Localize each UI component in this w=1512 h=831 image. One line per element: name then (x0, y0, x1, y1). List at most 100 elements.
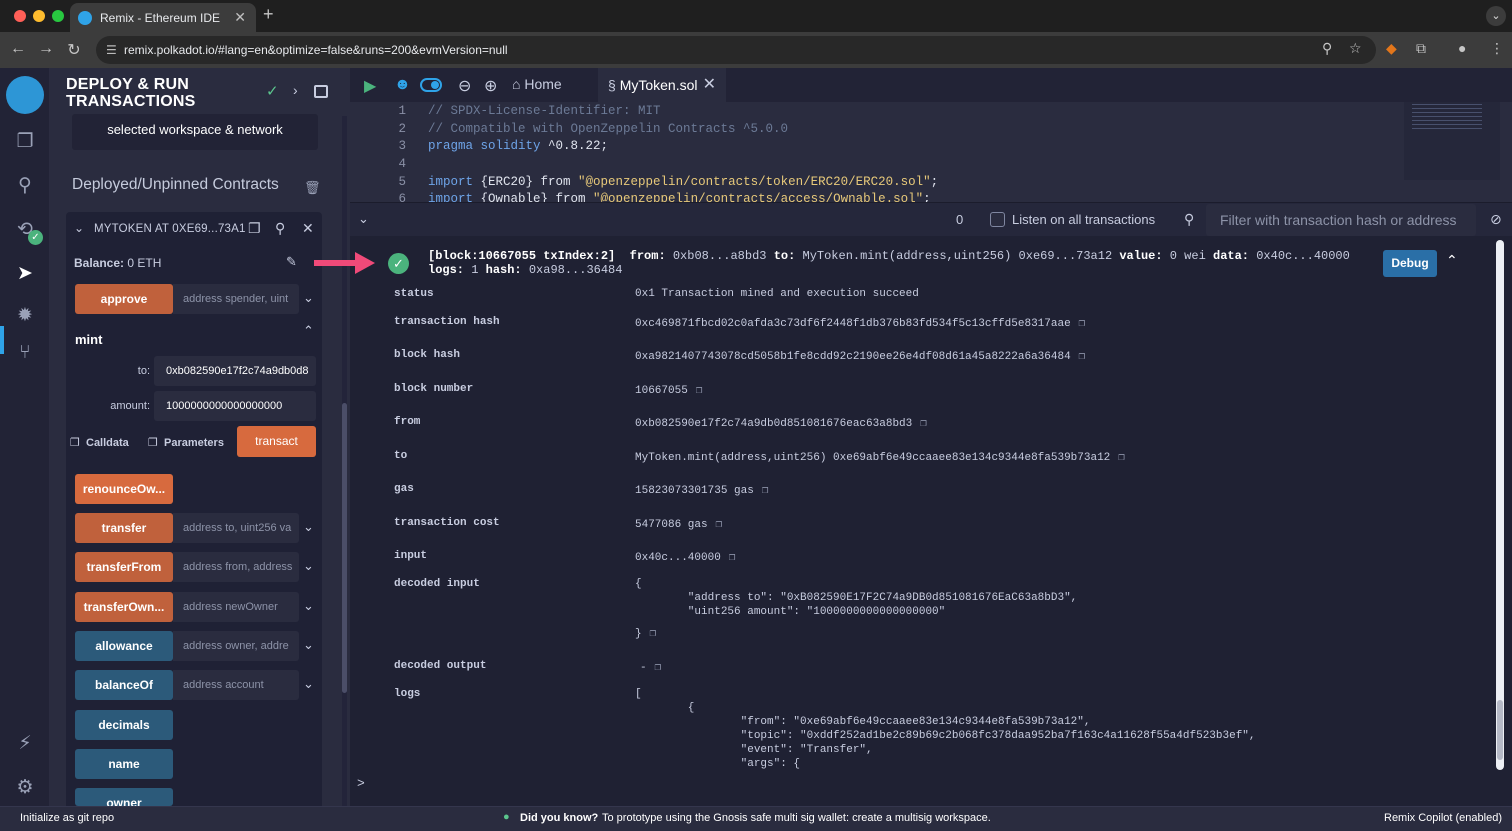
allowance-input[interactable]: address owner, addre (173, 631, 299, 661)
renounce-ownership-button[interactable]: renounceOw... (75, 474, 173, 504)
ai-toggle[interactable] (420, 78, 442, 92)
parameters-copy[interactable]: ❐ Parameters (148, 436, 224, 449)
owner-button[interactable]: owner (75, 788, 173, 806)
transfer-from-input[interactable]: address from, address (173, 552, 299, 582)
terminal-prompt[interactable]: > (357, 776, 365, 791)
copy-icon[interactable]: ❐ (1079, 318, 1086, 330)
chevron-up-icon[interactable]: ⌃ (303, 323, 314, 339)
zoom-out-icon[interactable]: ⊖ (458, 76, 471, 96)
copy-icon[interactable]: ❐ (655, 662, 662, 674)
close-icon[interactable]: ✕ (302, 220, 314, 237)
terminal-scrollbar[interactable] (1496, 240, 1504, 770)
copy-icon[interactable]: ❐ (716, 519, 723, 531)
debug-button[interactable]: Debug (1383, 250, 1437, 277)
browser-menu-icon[interactable]: ⋮ (1490, 40, 1504, 57)
tab-home[interactable]: ⌂ Home (512, 76, 562, 92)
close-tab-icon[interactable]: ✕ (703, 68, 716, 102)
chevron-down-icon[interactable]: ⌄ (303, 290, 314, 306)
chevron-down-icon[interactable]: ⌄ (303, 519, 314, 535)
zoom-icon[interactable]: ⚲ (1322, 40, 1332, 57)
tip-text[interactable]: To prototype using the Gnosis safe multi… (602, 812, 991, 824)
settings-gear-icon[interactable]: ⚙ (0, 776, 50, 799)
balanceof-button[interactable]: balanceOf (75, 670, 173, 700)
chevron-down-icon[interactable]: ⌄ (303, 637, 314, 653)
chevron-down-icon[interactable]: ⌄ (303, 676, 314, 692)
forward-icon[interactable]: → (36, 40, 56, 58)
side-panel-scroll-thumb[interactable] (342, 403, 347, 693)
zoom-in-icon[interactable]: ⊕ (484, 76, 497, 96)
calldata-copy[interactable]: ❐ Calldata (70, 436, 129, 449)
copy-icon[interactable]: ❐ (729, 552, 736, 564)
plugin-manager-icon[interactable]: ⚡ (0, 732, 50, 755)
chevron-down-icon[interactable]: ⌄ (74, 221, 84, 235)
new-tab-icon[interactable]: + (263, 4, 274, 25)
collapse-terminal-icon[interactable]: ⌄ (358, 211, 369, 227)
minimize-window-button[interactable] (33, 10, 45, 22)
file-explorer-icon[interactable]: ❐ (0, 130, 50, 153)
copy-icon[interactable]: ❐ (1079, 351, 1086, 363)
search-icon[interactable]: ⚲ (0, 174, 50, 197)
close-tab-icon[interactable]: ✕ (234, 9, 246, 26)
name-button[interactable]: name (75, 749, 173, 779)
approve-input[interactable]: address spender, uint (173, 284, 299, 314)
tab-search-icon[interactable]: ⌄ (1486, 6, 1506, 26)
init-git-link[interactable]: Initialize as git repo (20, 812, 114, 824)
maximize-window-button[interactable] (52, 10, 64, 22)
remix-logo-icon[interactable] (6, 76, 44, 114)
close-window-button[interactable] (14, 10, 26, 22)
log-line: { (635, 702, 695, 714)
trash-icon[interactable]: 🗑 (304, 180, 321, 196)
detail-key: logs (394, 688, 421, 700)
deploy-run-icon[interactable]: ➤ (0, 262, 50, 285)
balanceof-input[interactable]: address account (173, 670, 299, 700)
browser-tab[interactable]: Remix - Ethereum IDE ✕ (70, 3, 256, 32)
chevron-down-icon[interactable]: ⌄ (303, 598, 314, 614)
code-line: import {Ownable} from "@openzeppelin/con… (428, 192, 931, 202)
git-icon[interactable]: ⑂ (0, 342, 50, 364)
chevron-down-icon[interactable]: ⌄ (303, 558, 314, 574)
mint-amount-input[interactable]: 1000000000000000000 (154, 391, 316, 421)
copy-icon[interactable]: ❐ (1118, 452, 1125, 464)
decimals-button[interactable]: decimals (75, 710, 173, 740)
site-settings-icon[interactable]: ☰ (106, 36, 117, 64)
dock-panel-icon[interactable] (314, 85, 328, 98)
transact-button[interactable]: transact (237, 426, 316, 457)
chevron-up-icon[interactable]: ⌃ (1446, 252, 1458, 269)
back-icon[interactable]: ← (8, 40, 28, 58)
copy-icon[interactable]: ❐ (248, 220, 261, 237)
terminal-scroll-thumb[interactable] (1497, 700, 1503, 760)
code-editor[interactable]: 1 // SPDX-License-Identifier: MIT 2 // C… (350, 102, 1512, 202)
tx-summary[interactable]: [block:10667055 txIndex:2] from: 0xb08..… (428, 249, 1368, 277)
extensions-icon[interactable]: ⧉ (1416, 40, 1426, 57)
clear-terminal-icon[interactable]: ⊘ (1490, 211, 1502, 228)
address-bar[interactable]: ☰ remix.polkadot.io/#lang=en&optimize=fa… (96, 36, 1376, 64)
ai-robot-icon[interactable]: ☻ (394, 76, 411, 94)
copy-icon[interactable]: ❐ (762, 485, 769, 497)
edit-icon[interactable]: ✎ (286, 254, 297, 270)
copy-icon[interactable]: ❐ (696, 385, 703, 397)
run-script-icon[interactable]: ▶ (364, 76, 376, 96)
transfer-from-button[interactable]: transferFrom (75, 552, 173, 582)
terminal-filter-input[interactable]: Filter with transaction hash or address (1206, 204, 1476, 236)
mint-to-input[interactable]: 0xb082590e17f2c74a9db0d8 (154, 356, 316, 386)
tab-mytoken-sol[interactable]: § MyToken.sol ✕ (598, 68, 726, 102)
profile-avatar-icon[interactable]: ● (1458, 40, 1466, 56)
transfer-ownership-button[interactable]: transferOwn... (75, 592, 173, 622)
transfer-input[interactable]: address to, uint256 va (173, 513, 299, 543)
copilot-status[interactable]: Remix Copilot (enabled) (1384, 812, 1502, 824)
debugger-icon[interactable]: ✹ (0, 304, 50, 327)
chevron-right-icon[interactable]: › (293, 82, 298, 98)
listen-all-checkbox[interactable] (990, 212, 1005, 227)
approve-button[interactable]: approve (75, 284, 173, 314)
line-number: 5 (398, 175, 406, 189)
allowance-button[interactable]: allowance (75, 631, 173, 661)
transfer-ownership-input[interactable]: address newOwner (173, 592, 299, 622)
bookmark-star-icon[interactable]: ☆ (1349, 40, 1362, 57)
copy-icon[interactable]: ❐ (920, 418, 927, 430)
metamask-fox-icon[interactable]: ◆ (1386, 40, 1397, 57)
pin-icon[interactable]: ⚲ (275, 220, 285, 237)
reload-icon[interactable]: ↻ (64, 40, 84, 60)
copy-icon[interactable]: ❐ (650, 628, 657, 640)
code-minimap[interactable] (1404, 102, 1500, 180)
transfer-button[interactable]: transfer (75, 513, 173, 543)
